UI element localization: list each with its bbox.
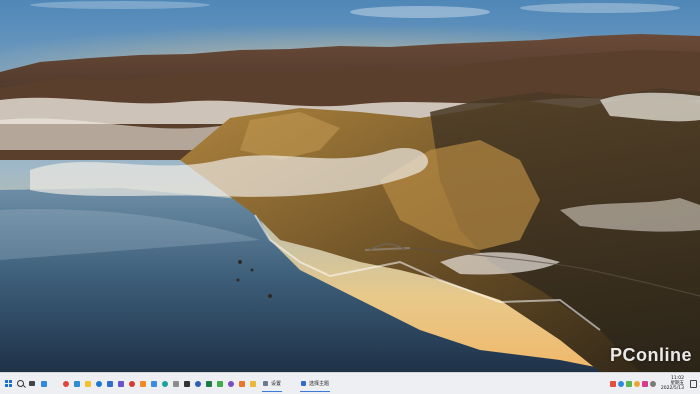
widgets-icon[interactable] (38, 375, 50, 393)
tray-icon-6[interactable] (649, 380, 656, 387)
app-gray-icon-glyph (172, 380, 179, 387)
clock-date: 2022/5/13 (660, 386, 684, 391)
theme-icon (301, 381, 307, 386)
app-green-icon[interactable] (214, 375, 225, 393)
app-word-icon-glyph (194, 380, 201, 387)
app-blue-icon[interactable] (148, 375, 159, 393)
search-icon[interactable] (14, 375, 26, 393)
app-media-icon-glyph (117, 380, 124, 387)
notification-icon[interactable] (690, 379, 697, 388)
app-word-icon[interactable] (192, 375, 203, 393)
task-view-icon[interactable] (26, 375, 38, 393)
app-dark-icon[interactable] (181, 375, 192, 393)
app-gray-icon[interactable] (170, 375, 181, 393)
taskbar: 设置 选择主题 11:02 星期五 2022/5/13 (0, 372, 700, 394)
tray-icon-4[interactable] (633, 380, 640, 387)
tray-icon-5[interactable] (641, 380, 648, 387)
app-store-icon-glyph (95, 380, 102, 387)
app-orange-icon-glyph (139, 380, 146, 387)
app-blue-icon-glyph (150, 380, 157, 387)
app-edge-icon-glyph (73, 380, 80, 387)
settings-icon (263, 381, 268, 386)
active-indicator (262, 390, 283, 392)
taskbar-window-choose-theme[interactable]: 选择主题 (298, 375, 332, 393)
app-purple-icon[interactable] (225, 375, 236, 393)
tray-icon-1[interactable] (609, 380, 616, 387)
app-teal-icon[interactable] (159, 375, 170, 393)
app-chrome-icon-glyph (62, 380, 69, 387)
app-excel-icon[interactable] (203, 375, 214, 393)
app-green-icon-glyph (216, 380, 223, 387)
app-purple-icon-glyph (227, 380, 234, 387)
clock[interactable]: 11:02 星期五 2022/5/13 (661, 376, 684, 391)
app-red-icon-glyph (128, 380, 135, 387)
app-mail-icon-glyph (106, 380, 113, 387)
taskbar-window-settings[interactable]: 设置 (260, 375, 284, 393)
windows-start-icon[interactable] (2, 375, 14, 393)
app-chrome-icon[interactable] (60, 375, 71, 393)
tray-icons (609, 380, 656, 387)
app-orange2-icon-glyph (238, 380, 245, 387)
app-explorer-icon-glyph (84, 380, 91, 387)
tray-icon-2[interactable] (617, 380, 624, 387)
app-store-icon[interactable] (93, 375, 104, 393)
active-indicator (300, 390, 331, 392)
app-edge-icon[interactable] (71, 375, 82, 393)
wallpaper-big-sur-coast (0, 0, 700, 372)
app-orange2-icon[interactable] (236, 375, 247, 393)
app-folder-icon-glyph (249, 380, 256, 387)
app-orange-icon[interactable] (137, 375, 148, 393)
app-dark-icon-glyph (183, 380, 190, 387)
app-red-icon[interactable] (126, 375, 137, 393)
app-teal-icon-glyph (161, 380, 168, 387)
window-label: 选择主题 (309, 381, 330, 387)
app-explorer-icon[interactable] (82, 375, 93, 393)
app-mail-icon[interactable] (104, 375, 115, 393)
tray-icon-3[interactable] (625, 380, 632, 387)
app-media-icon[interactable] (115, 375, 126, 393)
taskbar-left-group (0, 375, 50, 393)
app-excel-icon-glyph (205, 380, 212, 387)
pinned-apps (60, 375, 258, 393)
pconline-watermark: PConline (609, 345, 692, 365)
system-tray: 11:02 星期五 2022/5/13 (609, 376, 700, 391)
app-folder-icon[interactable] (247, 375, 258, 393)
window-label: 设置 (271, 381, 282, 387)
desktop-wallpaper (0, 0, 700, 372)
